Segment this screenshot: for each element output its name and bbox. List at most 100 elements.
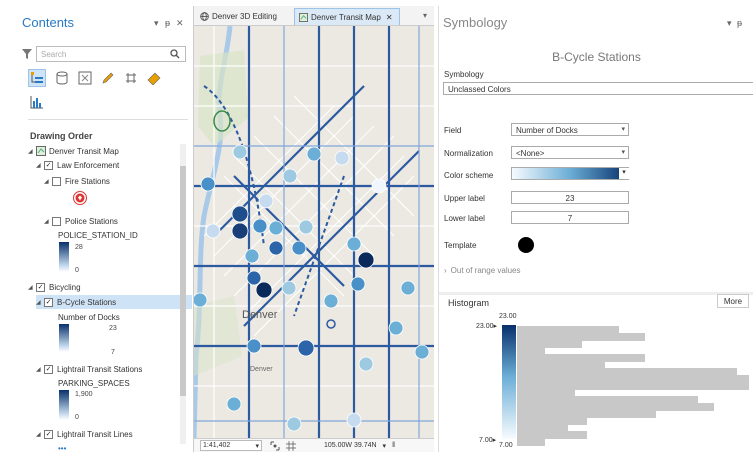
close-icon[interactable]: ✕ — [176, 18, 184, 29]
tree-item-bcycle-stations[interactable]: ◢ ✓ B-Cycle Stations — [36, 295, 192, 309]
visibility-checkbox[interactable] — [52, 216, 61, 226]
contents-toolbar — [28, 69, 188, 125]
field-label: Field — [444, 126, 462, 135]
more-button[interactable]: More — [717, 294, 749, 308]
map-icon — [36, 146, 46, 156]
scrollbar-thumb[interactable] — [180, 166, 186, 396]
map-label-denver-small: Denver — [250, 366, 273, 373]
pane-menu-icon[interactable]: ▾ — [154, 18, 159, 29]
basemap[interactable]: Denver Denver — [194, 26, 434, 438]
bcycle-color-ramp — [59, 324, 69, 352]
list-by-drawing-order-button[interactable] — [28, 69, 46, 87]
chevron-down-icon: ▾ — [621, 149, 625, 156]
coordinates-readout: 105.00W 39.74N — [324, 442, 377, 449]
tree-item-lightrail-stations[interactable]: ◢ ✓ Lightrail Transit Stations — [36, 362, 142, 376]
list-by-selection-button[interactable] — [76, 69, 94, 87]
pin-icon[interactable]: ᵽ — [737, 18, 742, 28]
tab-denver-transit-map[interactable]: Denver Transit Map ✕ — [294, 8, 400, 25]
normalization-label: Normalization — [444, 149, 493, 158]
map-label-denver: Denver — [242, 309, 278, 321]
pane-splitter[interactable] — [439, 292, 753, 295]
coordinate-menu-icon[interactable]: ▾ — [383, 442, 387, 450]
histogram-bar — [517, 438, 545, 446]
histogram-upper-handle[interactable]: 23.00▸ — [476, 322, 497, 330]
visibility-checkbox[interactable]: ✓ — [44, 160, 53, 170]
expand-arrow-icon[interactable]: ◢ — [36, 431, 44, 438]
zoom-extent-icon[interactable] — [270, 441, 280, 451]
contents-scrollbar[interactable] — [180, 144, 186, 444]
tab-close-icon[interactable]: ✕ — [386, 13, 393, 22]
drawing-order-icon — [31, 72, 43, 83]
tree-item-map[interactable]: ◢ Denver Transit Map — [28, 144, 119, 158]
scale-dropdown[interactable]: 1:41,402 ▾ — [200, 440, 262, 451]
parking-max-value: 1,900 — [75, 391, 93, 398]
parking-field-label: PARKING_SPACES — [58, 378, 130, 388]
expand-arrow-icon[interactable]: ◢ — [44, 218, 52, 225]
tree-item-bicycling[interactable]: ◢ ✓ Bicycling — [28, 280, 81, 294]
search-input[interactable]: Search — [36, 46, 186, 62]
tree-item-fire-stations[interactable]: ◢ Fire Stations — [44, 174, 110, 188]
expand-arrow-icon[interactable]: ◢ — [36, 366, 44, 373]
map-canvas[interactable]: Denver Denver — [194, 26, 434, 438]
map-view: Denver 3D Editing Denver Transit Map ✕ ▾ — [194, 6, 434, 452]
police-min-value: 0 — [75, 267, 79, 274]
bcycle-max-value: 23 — [109, 325, 117, 332]
tree-item-police-stations[interactable]: ◢ Police Stations — [44, 214, 118, 228]
police-max-value: 28 — [75, 244, 83, 251]
map-icon — [299, 12, 308, 22]
list-by-charts-button[interactable] — [28, 93, 46, 111]
grid-icon[interactable] — [286, 440, 296, 451]
list-by-snapping-button[interactable] — [122, 69, 140, 87]
expand-arrow-icon[interactable]: ◢ — [44, 178, 52, 185]
symbology-title: Symbology — [443, 15, 508, 30]
map-statusbar: 1:41,402 ▾ 105.00W 39.74N ▾ ‖ — [194, 438, 434, 452]
color-scheme-dropdown[interactable]: ▾ — [511, 167, 629, 180]
expand-arrow-icon[interactable]: ◢ — [36, 162, 44, 169]
upper-label-label: Upper label — [444, 194, 485, 203]
histogram[interactable]: 23.00 23.00▸ 7.00▸ 7.00 — [439, 312, 753, 450]
tree-item-law-enforcement[interactable]: ◢ ✓ Law Enforcement — [36, 158, 119, 172]
search-row: Search — [22, 46, 188, 62]
upper-label-input[interactable]: 23 — [511, 191, 629, 204]
pause-icon[interactable]: ‖ — [392, 442, 395, 449]
police-field-label: POLICE_STATION_ID — [58, 230, 138, 240]
visibility-checkbox[interactable]: ✓ — [36, 282, 45, 292]
symbology-pane: Symbology ▾ ᵽ B-Cycle Stations ⋮ Symbolo… — [438, 6, 753, 452]
visibility-checkbox[interactable]: ✓ — [44, 297, 53, 307]
symbology-label: Symbology — [444, 70, 484, 79]
layer-heading: B-Cycle Stations — [552, 50, 641, 64]
tree-item-lightrail-lines[interactable]: ◢ ✓ Lightrail Transit Lines — [36, 427, 133, 441]
chevron-down-icon: ▾ — [621, 126, 625, 133]
label-icon — [147, 72, 161, 85]
list-by-labeling-button[interactable] — [145, 69, 163, 87]
pin-icon[interactable]: ᵽ — [165, 18, 170, 28]
histogram-color-ramp — [502, 325, 516, 439]
out-of-range-toggle[interactable]: › Out of range values — [444, 266, 521, 275]
expand-arrow-icon[interactable]: ◢ — [28, 284, 36, 291]
search-icon[interactable] — [170, 49, 180, 59]
field-dropdown[interactable]: Number of Docks ▾ — [511, 123, 629, 136]
visibility-checkbox[interactable]: ✓ — [44, 429, 53, 439]
symbology-method-dropdown[interactable]: Unclassed Colors — [443, 82, 753, 95]
list-by-data-source-button[interactable] — [53, 69, 71, 87]
histogram-top-value: 23.00 — [499, 313, 517, 320]
template-symbol-button[interactable] — [518, 237, 534, 253]
visibility-checkbox[interactable] — [52, 176, 61, 186]
normalization-dropdown[interactable]: <None> ▾ — [511, 146, 629, 159]
color-scheme-label: Color scheme — [444, 171, 494, 180]
list-by-editing-button[interactable] — [99, 69, 117, 87]
map-tabbar: Denver 3D Editing Denver Transit Map ✕ ▾ — [194, 6, 434, 26]
pane-menu-icon[interactable]: ▾ — [727, 18, 732, 29]
filter-icon[interactable] — [22, 49, 32, 59]
visibility-checkbox[interactable]: ✓ — [44, 364, 53, 374]
expand-arrow-icon[interactable]: ◢ — [28, 148, 36, 155]
toolbar-divider — [28, 119, 188, 120]
tab-denver-3d-editing[interactable]: Denver 3D Editing — [196, 8, 292, 25]
more-indicator: ••• — [58, 443, 67, 453]
expand-arrow-icon[interactable]: ◢ — [36, 299, 44, 306]
histogram-lower-handle[interactable]: 7.00▸ — [479, 436, 496, 444]
tab-list-icon[interactable]: ▾ — [423, 11, 427, 20]
options-menu-icon[interactable]: ⋮ — [749, 52, 753, 63]
chevron-down-icon: ▾ — [619, 168, 629, 179]
lower-label-input[interactable]: 7 — [511, 211, 629, 224]
